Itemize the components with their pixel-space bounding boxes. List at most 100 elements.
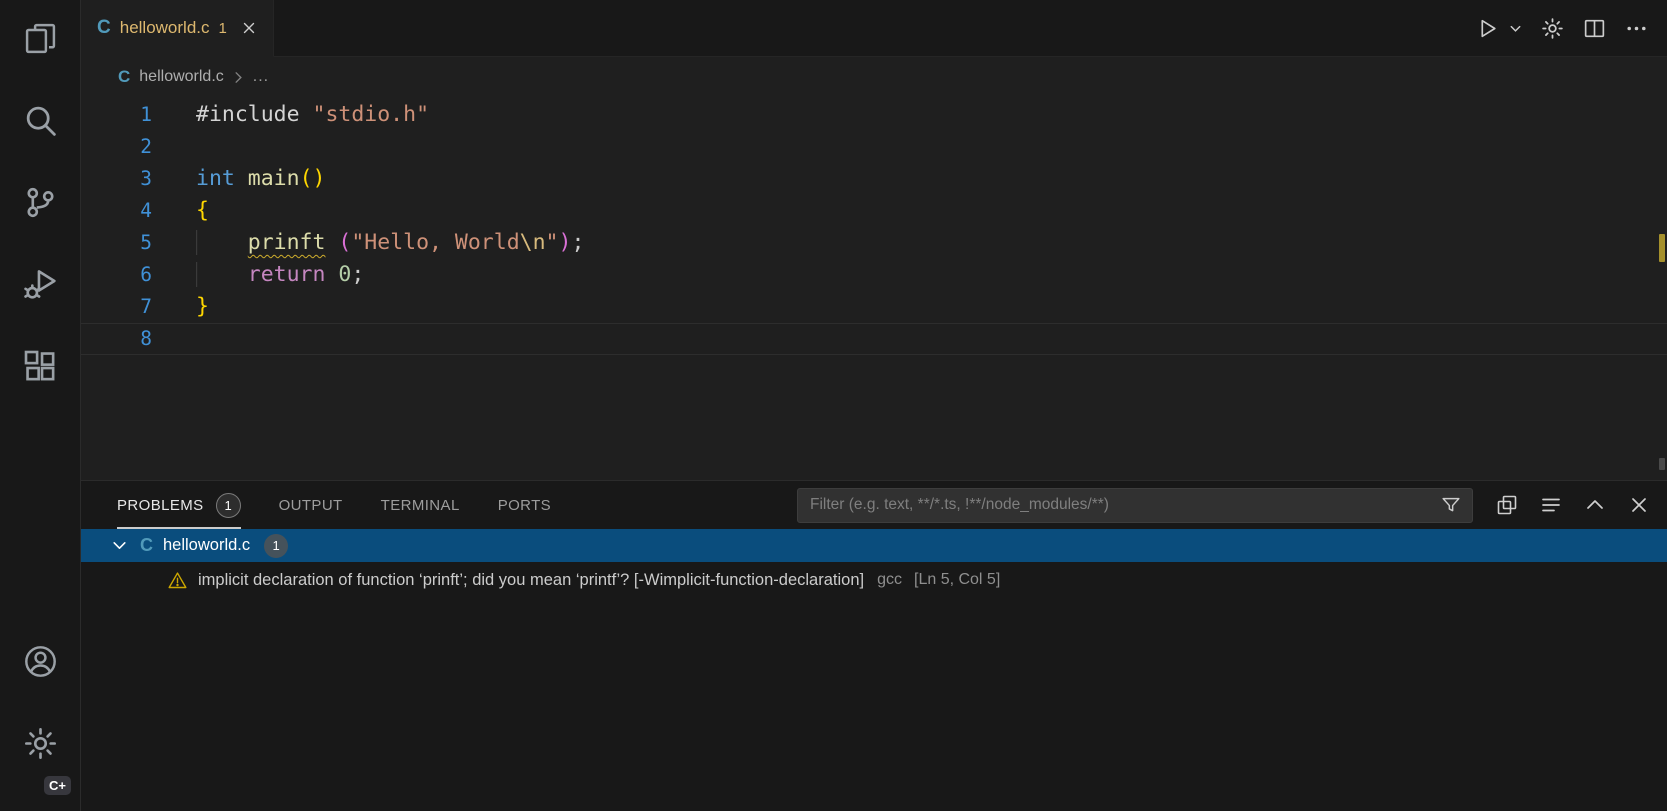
code-token xyxy=(300,102,313,127)
problems-count-badge: 1 xyxy=(216,493,241,518)
breadcrumb: C helloworld.c ... xyxy=(81,57,1667,97)
explorer-icon xyxy=(22,20,59,62)
panel-tab-output[interactable]: OUTPUT xyxy=(279,481,343,529)
code-text: prinft ("Hello, World\n"); xyxy=(196,227,1667,259)
close-panel-icon[interactable] xyxy=(1627,493,1651,517)
code-token xyxy=(235,166,248,191)
code-text: int main() xyxy=(196,163,1667,195)
breadcrumb-symbol-ellipsis[interactable]: ... xyxy=(253,68,269,86)
view-as-table-icon[interactable] xyxy=(1495,493,1519,517)
activity-bar: C+ xyxy=(0,0,81,811)
code-token: \n xyxy=(520,230,546,255)
tab-problem-count-badge: 1 xyxy=(219,20,227,37)
code-line[interactable]: 6 return 0; xyxy=(81,259,1667,291)
panel-toolbar xyxy=(1495,493,1651,517)
problems-file-group-row[interactable]: C helloworld.c 1 xyxy=(81,529,1667,562)
c-language-icon: C xyxy=(140,535,153,556)
panel-tab-terminal[interactable]: TERMINAL xyxy=(381,481,460,529)
sidebar-item-search[interactable] xyxy=(0,82,80,164)
line-number: 1 xyxy=(81,99,152,131)
collapse-all-icon[interactable] xyxy=(1539,493,1563,517)
editor-actions xyxy=(1475,0,1667,56)
code-token: () xyxy=(300,166,326,191)
code-token: ) xyxy=(558,230,571,255)
chevron-down-icon[interactable] xyxy=(111,537,128,554)
bottom-panel: PROBLEMS 1 OUTPUT TERMINAL PORTS xyxy=(81,480,1667,811)
more-actions-icon[interactable] xyxy=(1624,16,1649,41)
code-token: } xyxy=(196,294,209,319)
overview-ruler-warning-mark xyxy=(1659,234,1665,262)
problem-location: [Ln 5, Col 5] xyxy=(914,571,1000,589)
filter-funnel-icon[interactable] xyxy=(1440,494,1462,516)
editor-tab-helloworld[interactable]: C helloworld.c 1 xyxy=(81,0,274,57)
source-control-icon xyxy=(22,184,59,226)
code-line[interactable]: 4{ xyxy=(81,195,1667,227)
problem-item-row[interactable]: implicit declaration of function ‘prinft… xyxy=(81,562,1667,598)
code-token: #include xyxy=(196,102,300,127)
line-number: 3 xyxy=(81,163,152,195)
code-token: 0 xyxy=(338,262,351,287)
sidebar-item-extensions[interactable] xyxy=(0,328,80,410)
problems-filter-input[interactable] xyxy=(808,495,1440,515)
warning-icon xyxy=(167,570,188,591)
panel-header: PROBLEMS 1 OUTPUT TERMINAL PORTS xyxy=(81,481,1667,529)
line-number: 2 xyxy=(81,131,152,163)
code-line[interactable]: 1 #include "stdio.h" xyxy=(81,99,1667,131)
file-problem-count-badge: 1 xyxy=(264,534,288,558)
code-line[interactable]: 2 xyxy=(81,131,1667,163)
main-area: C helloworld.c 1 xyxy=(81,0,1667,811)
code-token: "stdio.h" xyxy=(313,102,430,127)
code-text: { xyxy=(196,195,1667,227)
panel-tab-label: OUTPUT xyxy=(279,497,343,514)
code-text: #include "stdio.h" xyxy=(196,99,1667,131)
breadcrumb-filename[interactable]: helloworld.c xyxy=(139,68,223,86)
accounts-button[interactable] xyxy=(0,623,80,705)
code-token: " xyxy=(546,230,559,255)
code-text: } xyxy=(196,291,1667,323)
profile-badge: C+ xyxy=(44,776,71,795)
vscode-window: C+ C helloworld.c 1 xyxy=(0,0,1667,811)
problem-message: implicit declaration of function ‘prinft… xyxy=(198,571,864,590)
sidebar-item-run-debug[interactable] xyxy=(0,246,80,328)
c-language-icon: C xyxy=(97,17,111,39)
account-icon xyxy=(22,643,59,685)
split-editor-icon[interactable] xyxy=(1582,16,1607,41)
sidebar-item-source-control[interactable] xyxy=(0,164,80,246)
panel-tab-problems[interactable]: PROBLEMS 1 xyxy=(117,481,241,529)
run-button[interactable] xyxy=(1475,16,1500,41)
search-icon xyxy=(22,102,59,144)
gear-icon xyxy=(22,725,59,767)
editor-settings-gear-icon[interactable] xyxy=(1540,16,1565,41)
code-line[interactable]: 8 xyxy=(81,323,1667,355)
tab-filename: helloworld.c xyxy=(120,18,210,38)
code-line[interactable]: 7} xyxy=(81,291,1667,323)
line-number: 5 xyxy=(81,227,152,259)
code-line[interactable]: 3 int main() xyxy=(81,163,1667,195)
problem-source: gcc xyxy=(877,571,902,589)
line-number: 6 xyxy=(81,259,152,291)
code-line[interactable]: 5 prinft ("Hello, World\n"); xyxy=(81,227,1667,259)
code-editor[interactable]: 1#include "stdio.h"23int main()4{5 prinf… xyxy=(81,97,1667,480)
code-token: int xyxy=(196,166,235,191)
scrollbar-thumb[interactable] xyxy=(1659,458,1665,470)
line-number: 4 xyxy=(81,195,152,227)
code-token: "Hello, World xyxy=(351,230,519,255)
code-token: main xyxy=(248,166,300,191)
run-debug-icon xyxy=(22,266,59,308)
code-text xyxy=(196,131,1667,163)
code-token: ; xyxy=(351,262,364,287)
problems-list: C helloworld.c 1 implicit declaration of… xyxy=(81,529,1667,811)
sidebar-item-explorer[interactable] xyxy=(0,0,80,82)
panel-tab-ports[interactable]: PORTS xyxy=(498,481,551,529)
close-tab-icon[interactable] xyxy=(241,20,257,36)
code-token: return xyxy=(248,262,326,287)
code-text: return 0; xyxy=(196,259,1667,291)
code-token: ; xyxy=(571,230,584,255)
code-lines: 1#include "stdio.h"23int main()4{5 prinf… xyxy=(81,97,1667,355)
settings-button[interactable]: C+ xyxy=(0,705,80,787)
c-language-icon: C xyxy=(118,67,130,87)
maximize-panel-chevron-up-icon[interactable] xyxy=(1583,493,1607,517)
run-dropdown-chevron-icon[interactable] xyxy=(1508,21,1523,36)
problems-filter-box xyxy=(797,488,1473,523)
problems-file-name: helloworld.c xyxy=(163,536,250,555)
